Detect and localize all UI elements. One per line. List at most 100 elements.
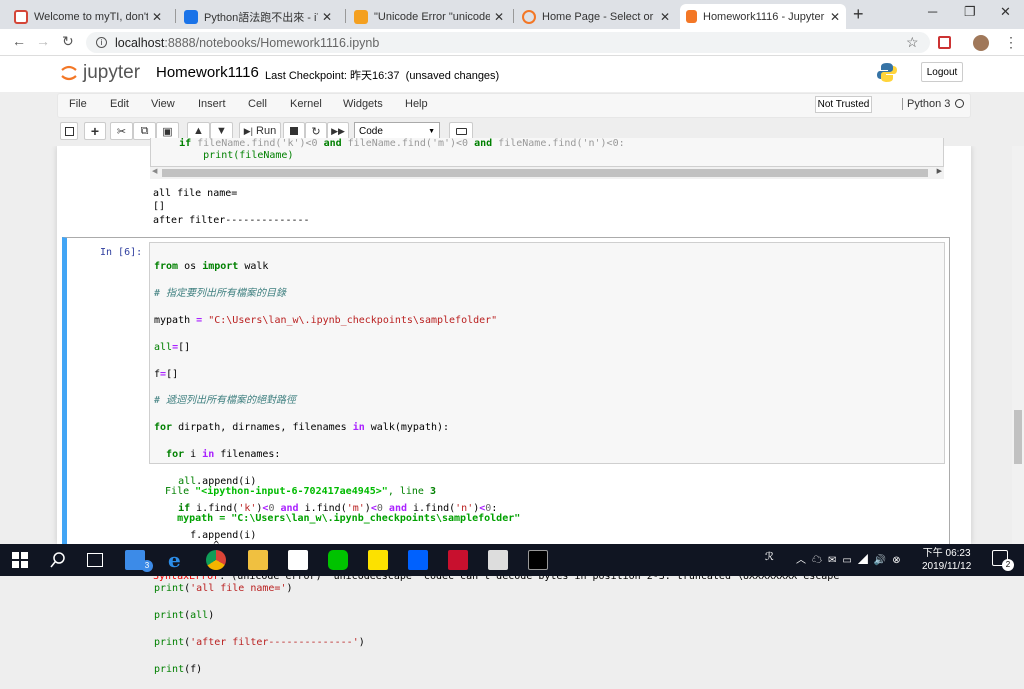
scissors-icon: ✂: [116, 125, 127, 138]
checkpoint-status: Last Checkpoint: 昨天16:37 (unsaved change…: [265, 70, 500, 82]
tab-stackoverflow[interactable]: "Unicode Error "unicodees✕: [348, 4, 510, 29]
reload-icon[interactable]: ↻: [62, 33, 74, 50]
file-explorer-icon[interactable]: [248, 550, 268, 570]
close-tab-icon[interactable]: ✕: [660, 10, 670, 24]
menu-file[interactable]: File: [69, 98, 87, 110]
info-icon[interactable]: i: [96, 37, 107, 48]
new-tab-button[interactable]: +: [853, 4, 864, 25]
vertical-scrollbar[interactable]: [1012, 146, 1024, 544]
code-line: print(f): [154, 663, 203, 675]
mail-icon[interactable]: [288, 550, 308, 570]
edge-icon[interactable]: e: [168, 548, 181, 572]
scroll-left-icon[interactable]: ◀: [152, 167, 157, 175]
scroll-right-icon[interactable]: ▶: [937, 167, 942, 175]
ithome-icon: [184, 9, 198, 24]
traceback-file-line: File "<ipython-input-6-702417ae4945>", l…: [153, 486, 436, 498]
sticky-notes-icon[interactable]: [368, 550, 388, 570]
previous-cell-output: all file name=[] after filter------------…: [153, 188, 310, 226]
menu-insert[interactable]: Insert: [198, 98, 226, 110]
extension-icon[interactable]: [938, 36, 951, 49]
step-forward-icon: ▶|: [243, 125, 254, 136]
windows-start-icon[interactable]: [12, 552, 28, 568]
save-icon: [64, 126, 74, 136]
action-center-badge: 2: [1002, 559, 1014, 571]
chevron-down-icon: ▼: [428, 127, 435, 135]
code-editor[interactable]: from os import walk # 指定要列出所有檔案的目錄 mypat…: [154, 247, 497, 689]
code-line: mypath = "C:\Users\lan_w\.ipynb_checkpoi…: [154, 315, 498, 327]
minimize-button[interactable]: ─: [928, 4, 937, 19]
jupyter-logo-icon: [61, 65, 77, 81]
menu-help[interactable]: Help: [405, 98, 428, 110]
menu-view[interactable]: View: [151, 98, 175, 110]
previous-cell-input[interactable]: if fileName.find('k')<0 and fileName.fin…: [150, 138, 944, 167]
previous-code-line: print(fileName): [155, 150, 294, 161]
code-line: # 遞迴列出所有檔案的絕對路徑: [154, 395, 297, 407]
search-icon[interactable]: [50, 552, 66, 568]
vertical-scroll-thumb[interactable]: [1014, 410, 1022, 464]
people-icon[interactable]: ℛ: [765, 550, 774, 563]
terminal-icon[interactable]: [528, 550, 548, 570]
input-prompt: In [6]:: [100, 247, 143, 258]
horizontal-scroll-thumb[interactable]: [162, 169, 928, 177]
paste-icon: ▣: [162, 125, 173, 138]
photos-icon[interactable]: [488, 550, 508, 570]
kernel-idle-indicator: [955, 99, 964, 108]
python-logo-icon: [877, 63, 897, 82]
menu-kernel[interactable]: Kernel: [290, 98, 322, 110]
insert-cell-button[interactable]: +: [84, 122, 106, 140]
jupyter-tab-icon: [522, 9, 536, 24]
code-line: print('after filter--------------'): [154, 636, 365, 648]
error-output: File "<ipython-input-6-702417ae4945>", l…: [153, 472, 839, 597]
code-line: # 指定要列出所有檔案的目錄: [154, 288, 287, 300]
fast-forward-icon: ▶▶: [331, 125, 345, 136]
copy-icon: ⧉: [140, 124, 149, 137]
dropbox-icon[interactable]: [408, 550, 428, 570]
avatar[interactable]: [973, 35, 989, 51]
chrome-icon[interactable]: [206, 550, 226, 570]
not-trusted-button[interactable]: Not Trusted: [815, 96, 872, 113]
close-window-button[interactable]: ✕: [1000, 4, 1011, 20]
cut-button[interactable]: ✂: [110, 122, 133, 140]
system-tray-icons[interactable]: ︿☁✉▭◢🔊⊗: [796, 551, 907, 566]
tab-welcome[interactable]: Welcome to myTI, don't fo✕: [8, 4, 168, 29]
forward-icon[interactable]: →: [36, 33, 50, 49]
task-view-icon[interactable]: [87, 553, 103, 567]
close-tab-icon[interactable]: ✕: [152, 10, 162, 24]
maximize-button[interactable]: ❐: [964, 4, 976, 20]
code-line: print(all): [154, 609, 215, 621]
red-shield-app-icon[interactable]: [448, 550, 468, 570]
line-icon[interactable]: [328, 550, 348, 570]
arrow-down-icon: ▼: [216, 125, 227, 137]
save-button[interactable]: [60, 122, 78, 140]
address-bar-row: ← → ↻ i localhost:8888/notebooks/Homewor…: [0, 29, 1024, 56]
bookmark-star-icon[interactable]: ☆: [906, 34, 919, 51]
tab-ithome[interactable]: Python語法跑不出來 - iT 邦✕: [178, 4, 338, 29]
arrow-up-icon: ▲: [193, 125, 204, 137]
close-tab-icon[interactable]: ✕: [322, 10, 332, 24]
stackoverflow-icon: [354, 9, 368, 24]
browser-tab-bar: Welcome to myTI, don't fo✕ Python語法跑不出來 …: [0, 0, 1024, 29]
jupyter-logo[interactable]: jupyter: [60, 62, 140, 84]
system-clock[interactable]: 下午 06:23 2019/11/12: [922, 547, 971, 573]
close-tab-icon[interactable]: ✕: [830, 10, 840, 24]
tab-homework1116[interactable]: Homework1116 - Jupyter ✕: [680, 4, 846, 29]
menu-cell[interactable]: Cell: [248, 98, 267, 110]
code-line: for i in filenames:: [166, 449, 281, 461]
code-line: for dirpath, dirnames, filenames in walk…: [154, 422, 450, 434]
back-icon[interactable]: ←: [12, 33, 26, 49]
close-tab-icon[interactable]: ✕: [494, 10, 504, 24]
code-line: all=[]: [154, 341, 191, 353]
url-field[interactable]: i localhost:8888/notebooks/Homework1116.…: [86, 32, 930, 53]
menu-edit[interactable]: Edit: [110, 98, 129, 110]
tab-home-page[interactable]: Home Page - Select or cre✕: [516, 4, 676, 29]
logout-button[interactable]: Logout: [921, 62, 963, 82]
notebook-name[interactable]: Homework1116: [156, 64, 259, 81]
menu-kebab-icon[interactable]: ⋮: [1004, 34, 1018, 51]
jupyter-header: [0, 56, 1024, 92]
gmail-icon: [14, 9, 28, 24]
traceback-code-line: mypath = "C:\Users\lan_w\.ipynb_checkpoi…: [153, 513, 521, 525]
restart-icon: ↻: [311, 125, 321, 138]
keyboard-icon: [455, 127, 467, 135]
menu-widgets[interactable]: Widgets: [343, 98, 383, 110]
kernel-name[interactable]: Python 3: [902, 98, 950, 110]
